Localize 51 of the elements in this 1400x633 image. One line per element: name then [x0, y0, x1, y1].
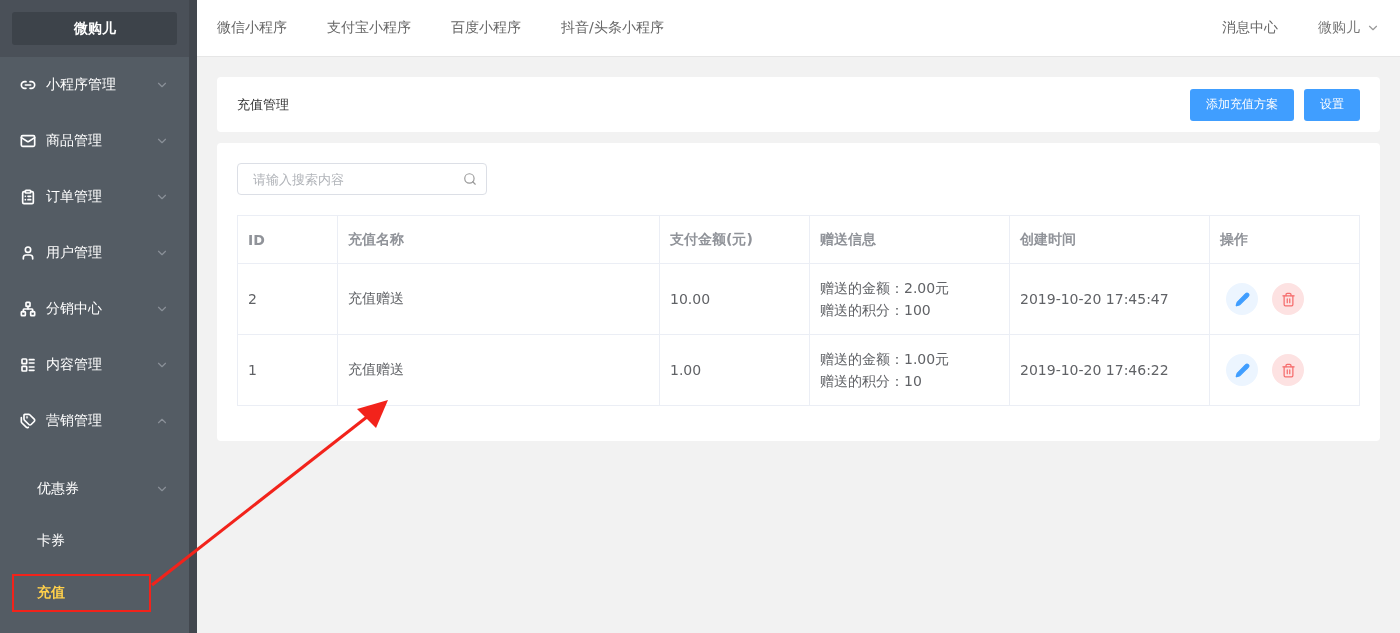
- column-header: 创建时间: [1009, 215, 1210, 264]
- column-header: ID: [237, 215, 338, 264]
- menu-icon: [20, 133, 36, 149]
- sidebar-submenu-item[interactable]: 卡券: [0, 515, 189, 567]
- sidebar-menu-item[interactable]: 订单管理: [0, 169, 189, 225]
- menu-icon: [20, 357, 36, 373]
- sidebar-menu-item[interactable]: 商品管理: [0, 113, 189, 169]
- pencil-icon: [1234, 362, 1250, 378]
- gift-info-line: 赠送的积分：10: [820, 372, 923, 391]
- gift-info-line: 赠送的金额：2.00元: [820, 279, 951, 298]
- sidebar-menu-item[interactable]: 营销管理: [0, 393, 189, 449]
- menu-icon: [20, 413, 36, 429]
- page-title: 充值管理: [237, 95, 290, 114]
- sidebar-menu-item[interactable]: 分销中心: [0, 281, 189, 337]
- edit-button[interactable]: [1226, 283, 1258, 315]
- table-cell: 10.00: [659, 263, 810, 335]
- gift-info-line: 赠送的积分：100: [820, 301, 932, 320]
- nav-link[interactable]: 百度小程序: [451, 19, 521, 37]
- menu-icon: [20, 189, 36, 205]
- menu-icon: [20, 301, 36, 317]
- sidebar-menu-item[interactable]: 用户管理: [0, 225, 189, 281]
- sidebar-submenu-item[interactable]: 优惠券: [0, 463, 189, 515]
- gift-info-line: 赠送的金额：1.00元: [820, 350, 951, 369]
- logo: 微购儿: [12, 12, 177, 45]
- delete-button[interactable]: [1272, 354, 1304, 386]
- nav-link[interactable]: 支付宝小程序: [327, 19, 411, 37]
- delete-button[interactable]: [1272, 283, 1304, 315]
- table-cell: 充值赠送: [337, 263, 660, 335]
- edit-button[interactable]: [1226, 354, 1258, 386]
- table-cell: 1.00: [659, 334, 810, 406]
- sidebar-menu-item[interactable]: 内容管理: [0, 337, 189, 393]
- nav-link[interactable]: 抖音/头条小程序: [561, 19, 664, 37]
- table-cell: 2019-10-20 17:45:47: [1009, 263, 1210, 335]
- table-cell: 2: [237, 263, 338, 335]
- sidebar-menu-item[interactable]: 小程序管理: [0, 57, 189, 113]
- table-cell: 2019-10-20 17:46:22: [1009, 334, 1210, 406]
- sidebar-submenu-item[interactable]: 充值: [0, 567, 189, 619]
- message-center-link[interactable]: 消息中心: [1222, 19, 1278, 37]
- column-header: 支付金额(元): [659, 215, 810, 264]
- pencil-icon: [1234, 291, 1250, 307]
- column-header: 赠送信息: [809, 215, 1010, 264]
- trash-icon: [1280, 291, 1296, 307]
- search-icon: [463, 172, 477, 186]
- trash-icon: [1280, 362, 1296, 378]
- menu-icon: [20, 245, 36, 261]
- nav-link[interactable]: 微信小程序: [217, 19, 287, 37]
- user-menu[interactable]: 微购儿: [1318, 19, 1380, 37]
- column-header: 充值名称: [337, 215, 660, 264]
- table-cell: 1: [237, 334, 338, 406]
- search-field[interactable]: 请输入搜索内容: [237, 163, 487, 195]
- column-header: 操作: [1209, 215, 1360, 264]
